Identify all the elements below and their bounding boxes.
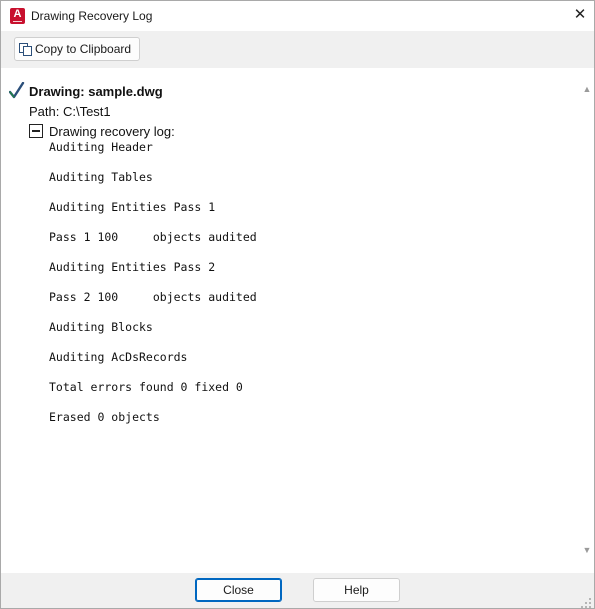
log-line: Auditing AcDsRecords	[49, 350, 188, 364]
close-icon[interactable]: ✕	[569, 4, 591, 26]
scroll-down-arrow-icon[interactable]: ▼	[582, 545, 592, 555]
collapse-icon[interactable]	[29, 124, 43, 138]
log-content-area: Drawing: sample.dwg Path: C:\Test1 Drawi…	[1, 68, 594, 573]
log-heading: Drawing recovery log:	[49, 124, 175, 139]
title-bar: A Drawing Recovery Log ✕	[1, 1, 594, 31]
log-line: Auditing Tables	[49, 170, 153, 184]
log-line: Pass 2 100 objects audited	[49, 290, 257, 304]
log-line: Auditing Entities Pass 1	[49, 200, 216, 214]
log-line: Auditing Header	[49, 140, 153, 154]
log-line: Auditing Entities Pass 2	[49, 260, 216, 274]
log-lines: Auditing Header Auditing Tables Auditing…	[49, 140, 257, 440]
autocad-app-icon: A	[10, 8, 25, 24]
drawing-path: Path: C:\Test1	[29, 104, 111, 119]
check-icon	[9, 82, 25, 99]
help-button[interactable]: Help	[313, 578, 400, 602]
log-line: Total errors found 0 fixed 0	[49, 380, 243, 394]
log-line: Pass 1 100 objects audited	[49, 230, 257, 244]
close-button[interactable]: Close	[195, 578, 282, 602]
log-line: Auditing Blocks	[49, 320, 153, 334]
window-title: Drawing Recovery Log	[31, 9, 153, 23]
scroll-up-arrow-icon[interactable]: ▲	[582, 84, 592, 94]
resize-grip-icon[interactable]	[581, 598, 591, 608]
log-line: Erased 0 objects	[49, 410, 160, 424]
copy-button-label: Copy to Clipboard	[35, 42, 132, 56]
recovery-log-dialog: A Drawing Recovery Log ✕ Copy to Clipboa…	[0, 0, 595, 609]
button-bar: Close Help	[1, 573, 594, 608]
copy-to-clipboard-button[interactable]: Copy to Clipboard	[14, 37, 140, 61]
copy-icon	[19, 43, 33, 56]
vertical-scrollbar[interactable]: ▲ ▼	[580, 68, 594, 573]
drawing-title: Drawing: sample.dwg	[29, 84, 163, 99]
toolbar: Copy to Clipboard	[1, 31, 594, 68]
